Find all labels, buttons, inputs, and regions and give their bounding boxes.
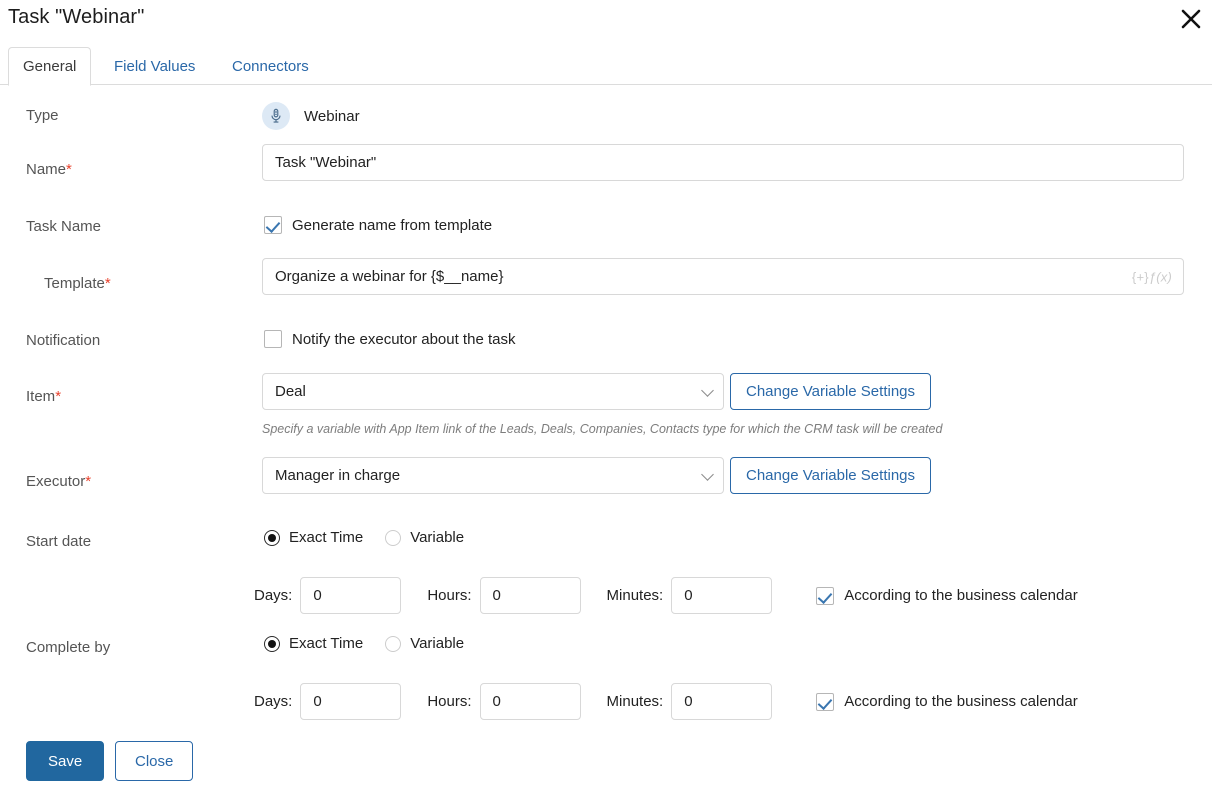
complete-by-duration-group: Days: Hours: Minutes: According to the b… bbox=[254, 683, 1078, 720]
tab-general[interactable]: General bbox=[8, 47, 92, 86]
start-date-radio-group: Exact Time Variable bbox=[264, 529, 464, 546]
notify-executor-checkbox-group[interactable]: Notify the executor about the task bbox=[264, 330, 515, 348]
start-date-days-input[interactable] bbox=[300, 577, 402, 614]
complete-by-business-calendar-checkbox[interactable] bbox=[816, 692, 835, 711]
tab-field-values[interactable]: Field Values bbox=[100, 47, 209, 85]
save-button[interactable]: Save bbox=[26, 741, 105, 781]
complete-by-variable-radio[interactable] bbox=[385, 635, 402, 652]
type-value: Webinar bbox=[304, 107, 360, 125]
label-name: Name* bbox=[26, 161, 72, 178]
generate-name-checkbox[interactable] bbox=[264, 216, 282, 234]
template-field: {+}ƒ(x) bbox=[262, 258, 1184, 295]
page-title: Task "Webinar" bbox=[8, 6, 145, 28]
label-notification: Notification bbox=[26, 332, 101, 349]
executor-select[interactable]: Manager in charge bbox=[262, 457, 724, 494]
item-select-value: Deal bbox=[275, 383, 306, 400]
item-select[interactable]: Deal bbox=[262, 373, 724, 410]
start-date-days-label: Days: bbox=[254, 587, 293, 604]
start-date-duration-group: Days: Hours: Minutes: According to the b… bbox=[254, 577, 1078, 614]
start-date-minutes-label: Minutes: bbox=[606, 587, 664, 604]
start-date-minutes-input[interactable] bbox=[671, 577, 773, 614]
complete-by-minutes-label: Minutes: bbox=[606, 693, 664, 710]
executor-select-box[interactable]: Manager in charge bbox=[262, 457, 724, 494]
close-icon bbox=[1180, 8, 1202, 30]
start-date-business-calendar-group[interactable]: According to the business calendar bbox=[816, 586, 1078, 605]
complete-by-exact-time-label[interactable]: Exact Time bbox=[289, 635, 363, 652]
start-date-variable-radio[interactable] bbox=[385, 529, 402, 546]
generate-name-label[interactable]: Generate name from template bbox=[292, 217, 492, 234]
complete-by-business-calendar-group[interactable]: According to the business calendar bbox=[816, 692, 1078, 711]
name-input[interactable] bbox=[262, 144, 1184, 181]
item-change-variable-settings-button[interactable]: Change Variable Settings bbox=[730, 373, 931, 410]
task-dialog: Task "Webinar" General Field Values Conn… bbox=[0, 0, 1212, 790]
tab-connectors[interactable]: Connectors bbox=[218, 47, 323, 85]
complete-by-business-calendar-label[interactable]: According to the business calendar bbox=[844, 693, 1077, 710]
start-date-hours-input[interactable] bbox=[479, 577, 581, 614]
template-input[interactable] bbox=[262, 258, 1184, 295]
label-type: Type bbox=[26, 107, 59, 124]
complete-by-days-label: Days: bbox=[254, 693, 293, 710]
row-executor: Executor* Manager in charge Change Varia… bbox=[0, 457, 1212, 510]
start-date-exact-time-label[interactable]: Exact Time bbox=[289, 529, 363, 546]
required-marker: * bbox=[104, 275, 111, 292]
executor-select-value: Manager in charge bbox=[275, 467, 401, 484]
field-type: Webinar bbox=[262, 102, 360, 130]
start-date-business-calendar-checkbox[interactable] bbox=[816, 586, 835, 605]
complete-by-minutes-input[interactable] bbox=[671, 683, 773, 720]
required-marker: * bbox=[55, 388, 62, 405]
required-marker: * bbox=[85, 473, 92, 490]
start-date-hours-label: Hours: bbox=[427, 587, 472, 604]
complete-by-radio-group: Exact Time Variable bbox=[264, 635, 464, 652]
complete-by-exact-time-radio[interactable] bbox=[264, 635, 280, 652]
notify-executor-checkbox[interactable] bbox=[264, 330, 282, 348]
start-date-variable-label[interactable]: Variable bbox=[410, 529, 464, 546]
complete-by-variable-label[interactable]: Variable bbox=[410, 635, 464, 652]
label-complete-by: Complete by bbox=[26, 639, 111, 656]
row-template: Template* {+}ƒ(x) bbox=[0, 258, 1212, 312]
start-date-business-calendar-label[interactable]: According to the business calendar bbox=[844, 587, 1077, 604]
item-select-box[interactable]: Deal bbox=[262, 373, 724, 410]
complete-by-days-input[interactable] bbox=[300, 683, 402, 720]
complete-by-hours-input[interactable] bbox=[479, 683, 581, 720]
row-item: Item* Deal Change Variable Settings Spec… bbox=[0, 373, 1212, 436]
dialog-header: Task "Webinar" bbox=[0, 0, 1212, 44]
tab-bar: General Field Values Connectors bbox=[0, 47, 1212, 86]
label-template: Template* bbox=[44, 275, 111, 292]
item-help-text: Specify a variable with App Item link of… bbox=[262, 422, 943, 436]
microphone-icon bbox=[262, 102, 290, 130]
label-executor: Executor* bbox=[26, 473, 92, 490]
label-start-date: Start date bbox=[26, 533, 92, 550]
complete-by-hours-label: Hours: bbox=[427, 693, 472, 710]
label-task-name: Task Name bbox=[26, 218, 102, 235]
required-marker: * bbox=[66, 161, 72, 178]
executor-change-variable-settings-button[interactable]: Change Variable Settings bbox=[730, 457, 931, 494]
generate-name-checkbox-group[interactable]: Generate name from template bbox=[264, 216, 492, 234]
label-item: Item* bbox=[26, 388, 62, 405]
start-date-exact-time-radio[interactable] bbox=[264, 529, 280, 546]
close-dialog-button[interactable] bbox=[1175, 3, 1207, 35]
close-button[interactable]: Close bbox=[115, 741, 194, 781]
notify-executor-label[interactable]: Notify the executor about the task bbox=[292, 331, 515, 348]
